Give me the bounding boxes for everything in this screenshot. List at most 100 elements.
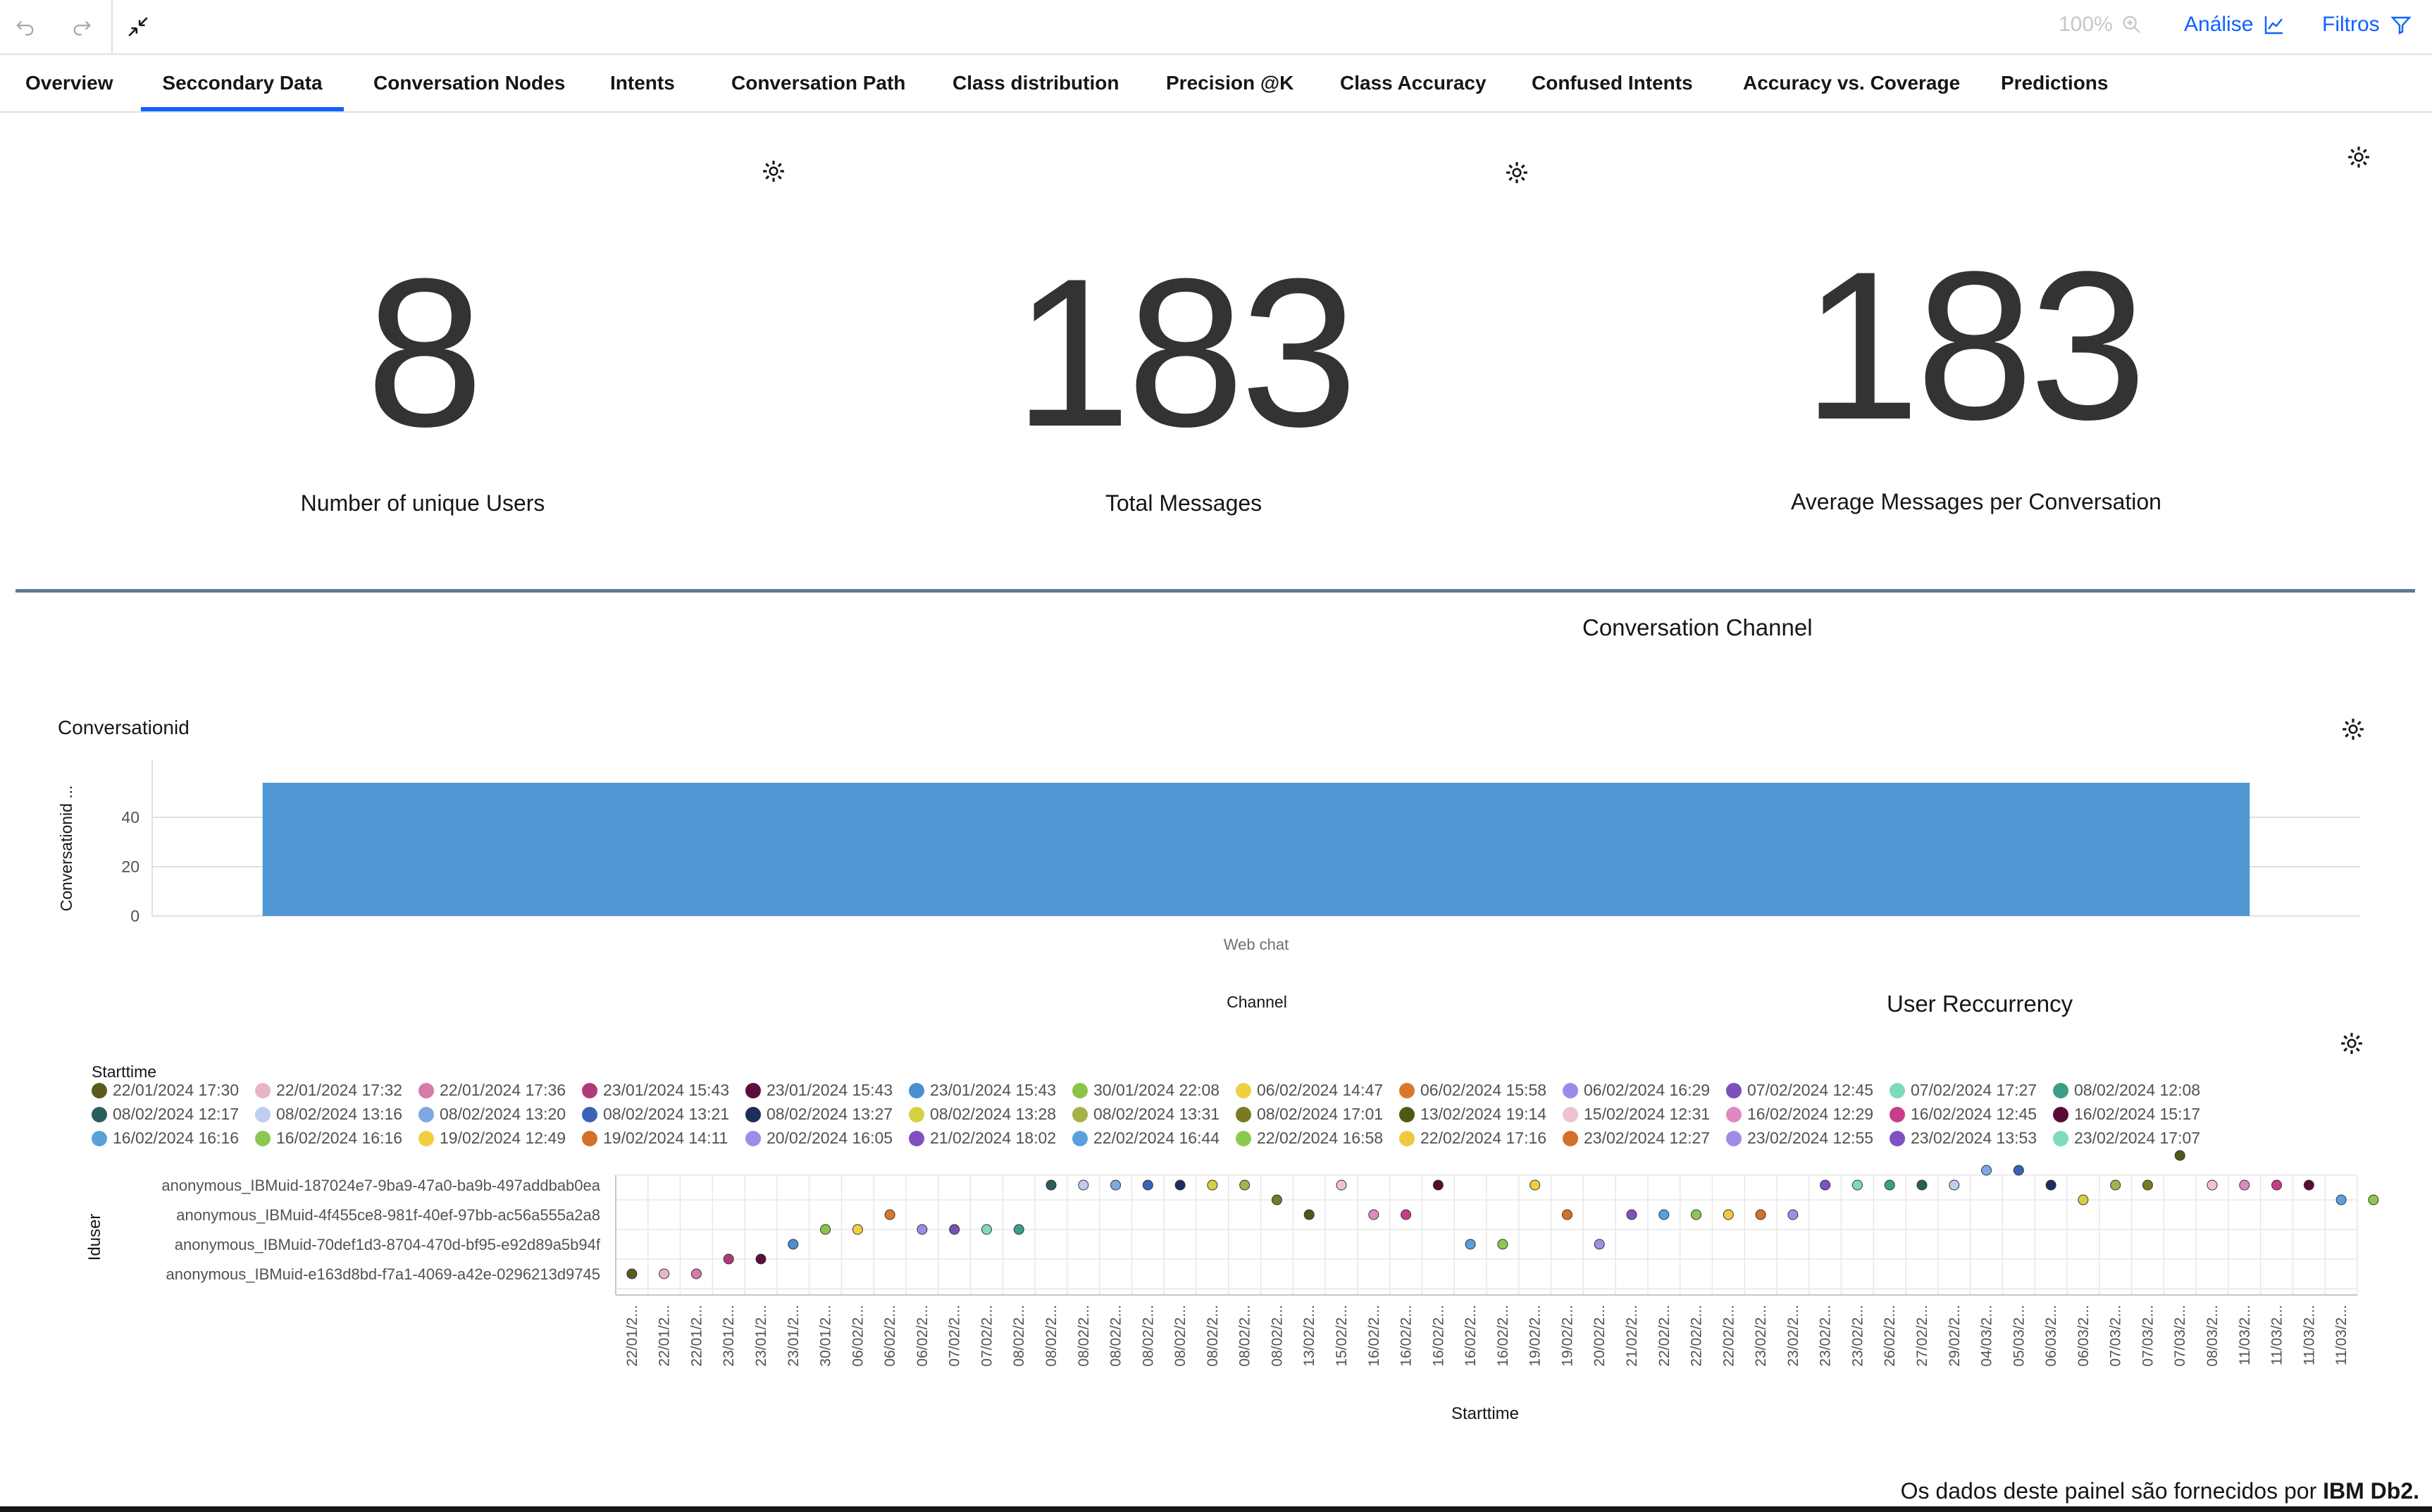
legend-item[interactable]: 23/01/2024 15:43 (582, 1081, 729, 1100)
legend-item[interactable]: 06/02/2024 16:29 (1563, 1081, 1710, 1100)
scatter-point (1787, 1209, 1799, 1220)
settings-icon[interactable] (2347, 145, 2371, 169)
scatter-xtick-label: 11/03/2... (2333, 1305, 2350, 1365)
legend-item[interactable]: 23/02/2024 17:07 (2053, 1129, 2200, 1148)
tab-secondary-data[interactable]: Seccondary Data (141, 55, 344, 111)
tab-class-distribution[interactable]: Class distribution (953, 55, 1119, 111)
scatter-xtick-label: 19/02/2... (1559, 1305, 1575, 1367)
settings-icon[interactable] (1505, 161, 1529, 185)
scatter-xtick-label: 23/02/2... (1849, 1305, 1866, 1367)
legend-item[interactable]: 22/01/2024 17:30 (92, 1081, 239, 1100)
undo-icon[interactable] (8, 10, 42, 44)
legend-label: 23/02/2024 13:53 (1911, 1129, 2037, 1147)
legend-item[interactable]: 15/02/2024 12:31 (1563, 1105, 1710, 1124)
line-chart-icon (2265, 16, 2283, 35)
scatter-point (2142, 1179, 2153, 1191)
tab-precision-k[interactable]: Precision @K (1166, 55, 1293, 111)
legend-label: 08/02/2024 13:20 (440, 1105, 566, 1123)
legend-swatch (1399, 1082, 1415, 1098)
legend-label: 22/01/2024 17:30 (113, 1081, 240, 1099)
legend-item[interactable]: 21/02/2024 18:02 (909, 1129, 1056, 1148)
legend-item[interactable]: 22/01/2024 17:32 (255, 1081, 402, 1100)
collapse-icon[interactable] (121, 10, 155, 44)
legend-item[interactable]: 08/02/2024 17:01 (1236, 1105, 1383, 1124)
kpi-total-messages-value: 183 (1013, 234, 1358, 471)
legend-item[interactable]: 16/02/2024 16:16 (255, 1129, 402, 1148)
legend-item[interactable]: 07/02/2024 17:27 (1890, 1081, 2037, 1100)
analise-button[interactable]: Análise (2184, 13, 2285, 37)
legend-swatch (2053, 1130, 2068, 1146)
legend-item[interactable]: 22/02/2024 16:44 (1072, 1129, 1220, 1148)
legend-swatch (745, 1082, 761, 1098)
legend-item[interactable]: 08/02/2024 12:17 (92, 1105, 239, 1124)
legend-item[interactable]: 19/02/2024 12:49 (418, 1129, 566, 1148)
scatter-ytick-label: anonymous_IBMuid-70def1d3-8704-470d-bf95… (175, 1236, 601, 1253)
scatter-point (2078, 1194, 2089, 1206)
legend-item[interactable]: 30/01/2024 22:08 (1072, 1081, 1220, 1100)
legend-item[interactable]: 08/02/2024 13:20 (418, 1105, 566, 1124)
legend-item[interactable]: 08/02/2024 12:08 (2053, 1081, 2200, 1100)
legend-item[interactable]: 22/01/2024 17:36 (418, 1081, 566, 1100)
scatter-xtick-label: 04/03/2... (1979, 1305, 1995, 1367)
legend-item[interactable]: 23/02/2024 12:55 (1726, 1129, 1873, 1148)
tab-predictions[interactable]: Predictions (2001, 55, 2108, 111)
legend-swatch (909, 1082, 924, 1098)
scatter-xtick-label: 26/02/2... (1882, 1305, 1898, 1367)
legend-item[interactable]: 07/02/2024 12:45 (1726, 1081, 1873, 1100)
legend-item[interactable]: 22/02/2024 16:58 (1236, 1129, 1383, 1148)
redo-icon[interactable] (65, 10, 99, 44)
legend-item[interactable]: 16/02/2024 12:29 (1726, 1105, 1873, 1124)
scatter-point (1078, 1179, 1089, 1191)
tab-accuracy-coverage[interactable]: Accuracy vs. Coverage (1743, 55, 1960, 111)
scatter-xtick-label: 20/02/2... (1592, 1305, 1608, 1367)
legend-label: 08/02/2024 13:27 (767, 1105, 893, 1123)
legend-item[interactable]: 16/02/2024 15:17 (2053, 1105, 2200, 1124)
legend-item[interactable]: 08/02/2024 13:27 (745, 1105, 893, 1124)
legend-label: 08/02/2024 13:28 (930, 1105, 1057, 1123)
legend-item[interactable]: 08/02/2024 13:16 (255, 1105, 402, 1124)
settings-icon[interactable] (2340, 1031, 2364, 1055)
filter-icon (2390, 16, 2412, 35)
legend-item[interactable]: 22/02/2024 17:16 (1399, 1129, 1546, 1148)
scatter-xtick-label: 23/02/2... (1818, 1305, 1834, 1367)
scatter-xtick-label: 08/02/2... (1269, 1305, 1285, 1367)
scatter-xtick-label: 27/02/2... (1914, 1305, 1930, 1367)
tab-intents[interactable]: Intents (610, 55, 675, 111)
tab-conversation-nodes[interactable]: Conversation Nodes (373, 55, 565, 111)
zoom-in-icon[interactable] (2121, 14, 2142, 35)
legend-swatch (1072, 1130, 1088, 1146)
legend-swatch (418, 1106, 434, 1122)
legend-item[interactable]: 23/01/2024 15:43 (745, 1081, 893, 1100)
legend-swatch (1236, 1130, 1251, 1146)
tab-confused-intents[interactable]: Confused Intents (1532, 55, 1693, 111)
legend-item[interactable]: 13/02/2024 19:14 (1399, 1105, 1546, 1124)
legend-item[interactable]: 06/02/2024 15:58 (1399, 1081, 1546, 1100)
tab-overview[interactable]: Overview (25, 55, 113, 111)
legend-label: 22/02/2024 16:44 (1093, 1129, 1220, 1147)
legend-item[interactable]: 16/02/2024 12:45 (1890, 1105, 2037, 1124)
legend-label: 16/02/2024 12:45 (1911, 1105, 2037, 1123)
legend-item[interactable]: 19/02/2024 14:11 (582, 1129, 728, 1148)
legend-swatch (582, 1106, 597, 1122)
legend-swatch (1236, 1082, 1251, 1098)
settings-icon[interactable] (762, 159, 786, 183)
tab-conversation-path[interactable]: Conversation Path (731, 55, 905, 111)
legend-item[interactable]: 08/02/2024 13:31 (1072, 1105, 1220, 1124)
legend-item[interactable]: 16/02/2024 16:16 (92, 1129, 239, 1148)
legend-swatch (1563, 1082, 1578, 1098)
filtros-button[interactable]: Filtros (2322, 13, 2412, 37)
scatter-xtick-label: 07/03/2... (2108, 1305, 2124, 1367)
legend-item[interactable]: 20/02/2024 16:05 (745, 1129, 893, 1148)
legend-item[interactable]: 23/02/2024 13:53 (1890, 1129, 2037, 1148)
legend-label: 16/02/2024 16:16 (276, 1129, 403, 1147)
scatter-xtick-label: 08/02/2... (1172, 1305, 1189, 1367)
legend-item[interactable]: 08/02/2024 13:21 (582, 1105, 729, 1124)
legend-item[interactable]: 23/01/2024 15:43 (909, 1081, 1056, 1100)
settings-icon[interactable] (2341, 717, 2365, 741)
tab-class-accuracy[interactable]: Class Accuracy (1340, 55, 1487, 111)
legend-item[interactable]: 08/02/2024 13:28 (909, 1105, 1056, 1124)
scatter-xtick-label: 11/03/2... (2301, 1305, 2317, 1365)
bar-ytick-label: 40 (121, 808, 139, 826)
legend-item[interactable]: 23/02/2024 12:27 (1563, 1129, 1710, 1148)
legend-item[interactable]: 06/02/2024 14:47 (1236, 1081, 1383, 1100)
